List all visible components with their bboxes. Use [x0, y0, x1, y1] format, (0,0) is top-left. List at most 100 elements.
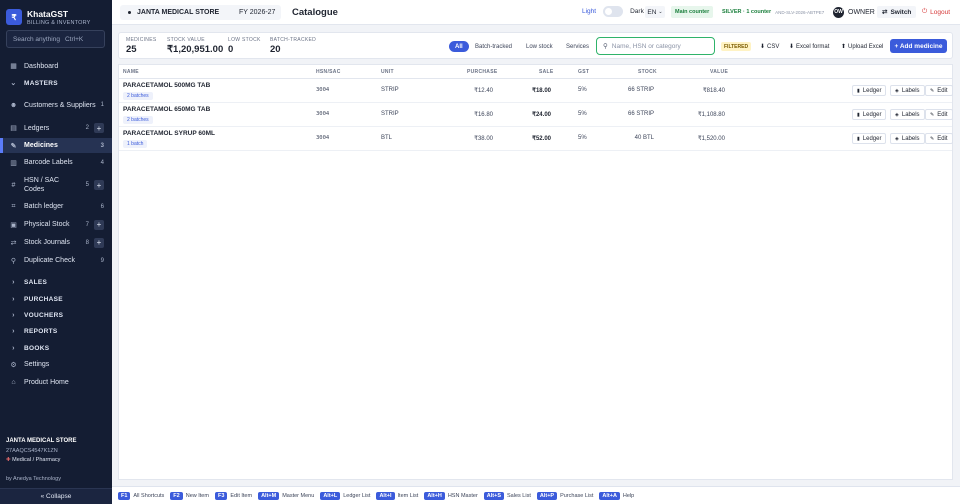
- user-menu[interactable]: OW OWNER: [833, 6, 875, 18]
- column-header-unit[interactable]: UNIT: [381, 69, 394, 75]
- sidebar-item-duplicate-check[interactable]: ⚲ Duplicate Check 9: [0, 253, 112, 268]
- medicine-name[interactable]: PARACETAMOL 650MG TAB: [123, 106, 210, 113]
- shortcut-purchase-list[interactable]: Alt+P Purchase List: [536, 491, 593, 500]
- batch-count-badge[interactable]: 1 batch: [123, 140, 148, 148]
- filter-services[interactable]: Services: [560, 41, 595, 52]
- column-header-gst[interactable]: GST: [578, 69, 589, 75]
- page-title: Catalogue: [292, 7, 338, 18]
- sidebar-item-label: Stock Journals: [24, 239, 70, 246]
- batch-count-badge[interactable]: 2 batches: [123, 92, 153, 100]
- table-row[interactable]: PARACETAMOL 650MG TAB 2 batches 3004 STR…: [119, 103, 953, 127]
- sidebar-section-vouchers[interactable]: › VOUCHERS: [0, 308, 112, 322]
- shortcut-label: New Item: [185, 492, 209, 499]
- batch-icon: ⌗: [11, 202, 16, 210]
- sidebar-section-masters[interactable]: ⌄ MASTERS: [0, 76, 112, 90]
- counter-badge[interactable]: Main counter: [671, 6, 714, 18]
- catalogue-search-input[interactable]: [611, 42, 707, 50]
- sidebar-item-settings[interactable]: ⚙ Settings: [0, 357, 112, 372]
- shortcut-master-menu[interactable]: Alt+M Master Menu: [258, 491, 314, 500]
- sidebar-section-books[interactable]: › BOOKS: [0, 341, 112, 355]
- excel-format-button[interactable]: ⬇ Excel format: [789, 41, 829, 52]
- store-name: JANTA MEDICAL STORE: [6, 438, 77, 444]
- fiscal-year-selector[interactable]: FY 2026-27: [233, 5, 282, 20]
- column-header-sale[interactable]: SALE: [539, 69, 554, 75]
- switch-button[interactable]: ⇄ Switch: [877, 6, 917, 18]
- column-header-purchase[interactable]: PURCHASE: [467, 69, 497, 75]
- filter-all[interactable]: All: [449, 41, 469, 52]
- csv-export-button[interactable]: ⬇ CSV: [760, 41, 779, 52]
- shortcut-help[interactable]: Alt+A Help: [599, 491, 634, 500]
- labels-button[interactable]: ◈ Labels: [890, 109, 925, 120]
- table-header: NAME HSN/SAC UNIT PURCHASE SALE GST STOC…: [119, 65, 952, 79]
- add-physical-stock-button[interactable]: +: [94, 219, 104, 230]
- shortcut-hsn-master[interactable]: Alt+H HSN Master: [424, 491, 478, 500]
- sidebar-section-label: SALES: [24, 278, 48, 286]
- add-medicine-button[interactable]: + Add medicine: [890, 39, 947, 53]
- column-header-value[interactable]: VALUE: [710, 69, 728, 75]
- filter-low-stock[interactable]: Low stock: [520, 41, 559, 52]
- upload-excel-button[interactable]: ⬆ Upload Excel: [841, 41, 883, 52]
- edit-button[interactable]: ✎ Edit: [925, 133, 953, 144]
- ledger-button[interactable]: ▮ Ledger: [852, 133, 887, 144]
- gst-rate: 5%: [578, 111, 587, 117]
- theme-toggle[interactable]: Light Dark: [582, 6, 644, 17]
- shortcut-key: Alt+H: [424, 491, 445, 500]
- shortcut-ledger-list[interactable]: Alt+L Ledger List: [320, 491, 370, 500]
- stats-bar: MEDICINES 25 STOCK VALUE ₹1,20,951.00 LO…: [118, 32, 953, 59]
- pencil-icon: ✎: [930, 111, 935, 118]
- sidebar-item-label: Duplicate Check: [24, 257, 75, 264]
- sidebar-item-physical-stock[interactable]: ▣ Physical Stock 7 +: [0, 217, 112, 232]
- sidebar-item-dashboard[interactable]: ▦ Dashboard: [0, 59, 112, 73]
- sidebar-section-sales[interactable]: › SALES: [0, 275, 112, 289]
- edit-button[interactable]: ✎ Edit: [925, 85, 953, 96]
- ledger-button[interactable]: ▮ Ledger: [852, 109, 887, 120]
- ledger-button[interactable]: ▮ Ledger: [852, 85, 887, 96]
- logout-button[interactable]: ⏻ Logout: [922, 6, 950, 18]
- medicine-name[interactable]: PARACETAMOL 500MG TAB: [123, 82, 210, 89]
- sidebar-item-stock-journals[interactable]: ⇄ Stock Journals 8 +: [0, 235, 112, 250]
- batch-count-badge[interactable]: 2 batches: [123, 116, 153, 124]
- labels-button[interactable]: ◈ Labels: [890, 133, 925, 144]
- theme-switch[interactable]: [603, 6, 624, 17]
- box-icon: ▣: [10, 221, 17, 229]
- shortcut-edit-item[interactable]: F3 Edit Item: [214, 491, 252, 500]
- brand[interactable]: ₹ KhataGST BILLING & INVENTORY: [6, 6, 106, 28]
- gst-rate: 5%: [578, 87, 587, 93]
- column-header-stock[interactable]: STOCK: [638, 69, 657, 75]
- shortcut-new-item[interactable]: F2 New Item: [170, 491, 209, 500]
- sidebar-section-purchase[interactable]: › PURCHASE: [0, 292, 112, 306]
- medicine-name[interactable]: PARACETAMOL SYRUP 60ML: [123, 130, 215, 137]
- language-selector[interactable]: EN ⌄: [645, 6, 665, 18]
- edit-button[interactable]: ✎ Edit: [925, 109, 953, 120]
- sidebar-item-label: Ledgers: [24, 124, 50, 132]
- download-icon: ⬇: [760, 44, 766, 50]
- catalogue-search[interactable]: ⚲: [596, 37, 715, 55]
- collapse-sidebar-button[interactable]: « Collapse: [0, 488, 112, 504]
- shortcut-sales-list[interactable]: Alt+S Sales List: [483, 491, 531, 500]
- sidebar-item-ledgers[interactable]: ▤ Ledgers 2 +: [0, 120, 112, 136]
- table-row[interactable]: PARACETAMOL 500MG TAB 2 batches 3004 STR…: [119, 79, 953, 103]
- add-hsn-button[interactable]: +: [94, 180, 104, 190]
- unit: STRIP: [381, 87, 399, 93]
- sidebar-item-count: 6: [100, 203, 104, 210]
- licence-tier: SILVER · 1 counter: [722, 9, 772, 15]
- labels-button[interactable]: ◈ Labels: [890, 85, 925, 96]
- avatar: OW: [833, 6, 844, 18]
- sidebar-item-barcode-labels[interactable]: ▥ Barcode Labels 4: [0, 155, 112, 170]
- sidebar-item-hsn-sac[interactable]: # HSN / SAC Codes 5 +: [0, 174, 112, 196]
- add-stock-journal-button[interactable]: +: [94, 237, 104, 248]
- sidebar-item-medicines[interactable]: ✎ Medicines 3: [0, 138, 112, 153]
- column-header-name[interactable]: NAME: [123, 69, 139, 75]
- add-ledger-button[interactable]: +: [94, 123, 104, 133]
- shortcut-item-list[interactable]: Alt+I Item List: [376, 491, 418, 500]
- column-header-hsn[interactable]: HSN/SAC: [316, 69, 341, 75]
- store-selector[interactable]: JANTA MEDICAL STORE ▼: [120, 5, 247, 20]
- sidebar-search[interactable]: Search anything Ctrl+K: [6, 30, 105, 48]
- filter-batch-tracked[interactable]: Batch-tracked: [469, 41, 518, 52]
- sidebar-item-customers-suppliers[interactable]: ☻ Customers & Suppliers 1: [0, 94, 112, 116]
- sidebar-item-product-home[interactable]: ⌂ Product Home: [0, 375, 112, 390]
- shortcut-all[interactable]: F1 All Shortcuts: [118, 491, 164, 500]
- sidebar-item-batch-ledger[interactable]: ⌗ Batch ledger 6: [0, 199, 112, 214]
- sidebar-section-reports[interactable]: › REPORTS: [0, 324, 112, 338]
- table-row[interactable]: PARACETAMOL SYRUP 60ML 1 batch 3004 BTL …: [119, 127, 953, 151]
